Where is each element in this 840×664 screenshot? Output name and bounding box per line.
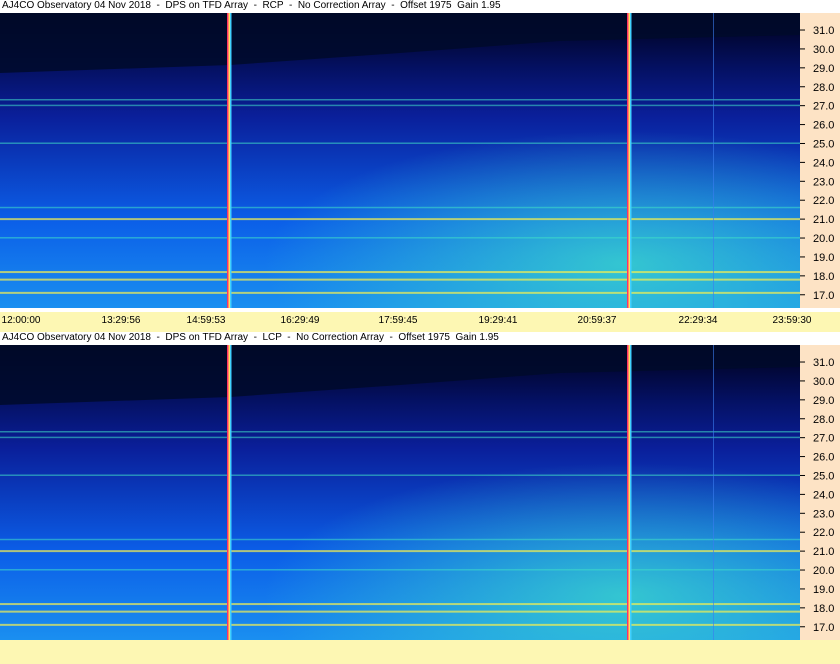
time-tick-label: 23:59:30 [772, 315, 812, 326]
freq-tick-label: 30.0 [813, 376, 834, 388]
time-axis: 12:00:00 13:29:56 14:59:53 16:29:49 17:5… [0, 312, 840, 332]
panel-title-rcp: AJ4CO Observatory 04 Nov 2018 - DPS on T… [2, 0, 501, 11]
freq-tick-label: 26.0 [813, 452, 834, 464]
freq-tick-label: 19.0 [813, 584, 834, 596]
time-marker-line [627, 13, 629, 308]
freq-tick-label: 20.0 [813, 233, 834, 245]
emission-band [0, 569, 800, 571]
emission-band [0, 610, 800, 613]
freq-tick-label: 25.0 [813, 470, 834, 482]
emission-band [0, 291, 800, 294]
freq-tick-label: 30.0 [813, 44, 834, 56]
freq-tick-label: 18.0 [813, 603, 834, 615]
freq-tick-label: 29.0 [813, 395, 834, 407]
freq-tick-label: 31.0 [813, 357, 834, 369]
time-marker-line [627, 345, 629, 640]
spectrogram-rcp [0, 13, 800, 308]
time-marker-line [227, 345, 229, 640]
emission-band [0, 538, 800, 541]
time-tick-label: 22:29:34 [678, 315, 718, 326]
freq-tick-label: 22.0 [813, 195, 834, 207]
emission-band [0, 271, 800, 274]
freq-tick-label: 17.0 [813, 290, 834, 302]
emission-band [0, 278, 800, 281]
frequency-axis-lcp: 31.0 30.0 29.0 28.0 27.0 26.0 25.0 24.0 23.0 22.0… [800, 345, 840, 640]
time-marker-line [227, 13, 229, 308]
time-tick-label: 20:59:37 [577, 315, 617, 326]
freq-tick-label: 17.0 [813, 622, 834, 634]
freq-tick-label: 21.0 [813, 214, 834, 226]
emission-band [0, 430, 800, 433]
emission-band [0, 142, 800, 144]
freq-tick-label: 26.0 [813, 120, 834, 132]
freq-tick-label: 24.0 [813, 157, 834, 169]
activity-glow [0, 13, 800, 308]
freq-tick-label: 28.0 [813, 82, 834, 94]
freq-tick-label: 23.0 [813, 508, 834, 520]
freq-tick-label: 18.0 [813, 271, 834, 283]
emission-band [0, 550, 800, 553]
time-axis-empty [0, 640, 840, 664]
emission-band [0, 206, 800, 209]
freq-tick-label: 25.0 [813, 138, 834, 150]
freq-tick-label: 22.0 [813, 527, 834, 539]
time-marker-line [630, 13, 632, 308]
time-marker-line [628, 13, 630, 308]
emission-band [0, 237, 800, 239]
freq-tick-label: 27.0 [813, 101, 834, 113]
emission-band [0, 98, 800, 101]
freq-tick-label: 31.0 [813, 25, 834, 37]
time-tick-label: 16:29:49 [280, 315, 320, 326]
faint-marker-line [713, 345, 714, 640]
freq-tick-label: 24.0 [813, 489, 834, 501]
emission-band [0, 623, 800, 626]
freq-tick-label: 28.0 [813, 414, 834, 426]
time-marker-line [230, 13, 232, 308]
time-marker-line [230, 345, 232, 640]
frequency-axis-rcp: 31.0 30.0 29.0 28.0 27.0 26.0 25.0 24.0 23.0 22.0… [800, 13, 840, 308]
time-tick-label: 17:59:45 [378, 315, 418, 326]
freq-tick-label: 19.0 [813, 252, 834, 264]
emission-band [0, 218, 800, 221]
time-marker-line [228, 13, 230, 308]
spectrogram-lcp [0, 345, 800, 640]
time-tick-label: 13:29:56 [101, 315, 141, 326]
emission-band [0, 603, 800, 606]
time-tick-label: 12:00:00 [1, 315, 41, 326]
time-marker-line [628, 345, 630, 640]
time-tick-label: 19:29:41 [478, 315, 518, 326]
time-marker-line [630, 345, 632, 640]
activity-glow [0, 345, 800, 640]
freq-tick-label: 23.0 [813, 176, 834, 188]
freq-tick-label: 20.0 [813, 565, 834, 577]
faint-marker-line [713, 13, 714, 308]
freq-tick-label: 27.0 [813, 433, 834, 445]
freq-tick-label: 29.0 [813, 63, 834, 75]
emission-band [0, 104, 800, 107]
time-marker-line [228, 345, 230, 640]
time-tick-label: 14:59:53 [186, 315, 226, 326]
emission-band [0, 436, 800, 439]
emission-band [0, 474, 800, 476]
panel-title-lcp: AJ4CO Observatory 04 Nov 2018 - DPS on T… [2, 332, 499, 343]
freq-tick-label: 21.0 [813, 546, 834, 558]
